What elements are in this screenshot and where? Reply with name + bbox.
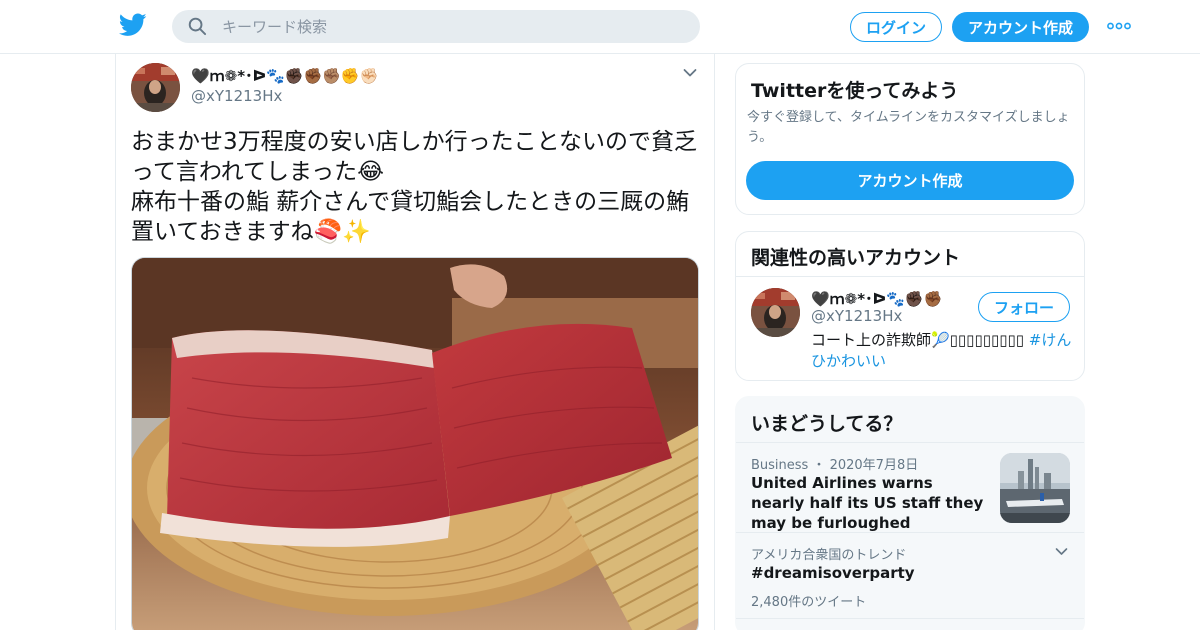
top-navigation-bar: ログイン アカウント作成 bbox=[0, 0, 1200, 54]
divider bbox=[736, 442, 1084, 443]
trend-headline: United Airlines warns nearly half its US… bbox=[751, 474, 984, 532]
avatar[interactable] bbox=[131, 63, 180, 112]
tuna-photo bbox=[132, 258, 698, 630]
divider bbox=[736, 276, 1084, 277]
chevron-down-icon[interactable] bbox=[683, 68, 697, 78]
related-accounts-card: 関連性の高いアカウント 🖤ｍ❁*･ᐅ🐾✊🏿✊🏾 @xY1213Hx フォロー コ… bbox=[735, 231, 1085, 381]
trend-hashtag: #dreamisoverparty bbox=[751, 564, 915, 582]
news-thumbnail bbox=[1000, 453, 1070, 523]
trend-meta: アメリカ合衆国のトレンド bbox=[751, 548, 907, 563]
tweet-panel: 🖤ｍ❁*･ᐅ🐾✊🏿✊🏾✊🏽✊✊🏻 @xY1213Hx おまかせ3万程度の安い店し… bbox=[115, 54, 715, 630]
create-account-button[interactable]: アカウント作成 bbox=[746, 161, 1074, 200]
tweet-media[interactable] bbox=[131, 257, 699, 630]
more-options-icon[interactable] bbox=[1107, 21, 1131, 31]
search-box bbox=[172, 10, 700, 43]
trend-meta: Business ・ 2020年7月8日 bbox=[751, 458, 919, 473]
divider bbox=[736, 618, 1084, 619]
search-input[interactable] bbox=[222, 10, 682, 43]
card-title: 関連性の高いアカウント bbox=[751, 247, 961, 269]
signup-promo-card: Twitterを使ってみよう 今すぐ登録して、タイムラインをカスタマイズしましょ… bbox=[735, 63, 1085, 215]
user-handle[interactable]: @xY1213Hx bbox=[191, 87, 282, 105]
search-icon bbox=[188, 17, 207, 36]
tweet-text: おまかせ3万程度の安い店しか行ったことないので貧乏って言われてしまった😂 麻布十… bbox=[131, 129, 697, 245]
trends-card: いまどうしてる？ Business ・ 2020年7月8日 United Air… bbox=[735, 396, 1085, 630]
card-description: 今すぐ登録して、タイムラインをカスタマイズしましょう。 bbox=[747, 110, 1070, 145]
chevron-down-icon[interactable] bbox=[1055, 547, 1068, 556]
avatar[interactable] bbox=[751, 288, 800, 337]
card-title: いまどうしてる？ bbox=[751, 413, 903, 435]
twitter-bird-icon[interactable] bbox=[119, 13, 147, 37]
card-title: Twitterを使ってみよう bbox=[751, 80, 959, 102]
display-name[interactable]: 🖤ｍ❁*･ᐅ🐾✊🏿✊🏾✊🏽✊✊🏻 bbox=[191, 65, 378, 86]
follow-button[interactable]: フォロー bbox=[978, 292, 1070, 322]
avatar-image bbox=[751, 288, 800, 337]
related-handle[interactable]: @xY1213Hx bbox=[811, 307, 902, 325]
divider bbox=[736, 532, 1084, 533]
related-display-name[interactable]: 🖤ｍ❁*･ᐅ🐾✊🏿✊🏾 bbox=[811, 288, 942, 309]
city-airplane-image bbox=[1000, 453, 1070, 523]
login-button[interactable]: ログイン bbox=[850, 12, 942, 42]
related-bio: コート上の詐欺師🎾▯▯▯▯▯▯▯▯▯ #けんひかわいい bbox=[811, 330, 1073, 372]
avatar-image bbox=[131, 63, 180, 112]
tweet-count: 2,480件のツイート bbox=[751, 595, 867, 610]
bio-text: コート上の詐欺師🎾▯▯▯▯▯▯▯▯▯ bbox=[811, 331, 1029, 349]
signup-button[interactable]: アカウント作成 bbox=[952, 12, 1089, 42]
